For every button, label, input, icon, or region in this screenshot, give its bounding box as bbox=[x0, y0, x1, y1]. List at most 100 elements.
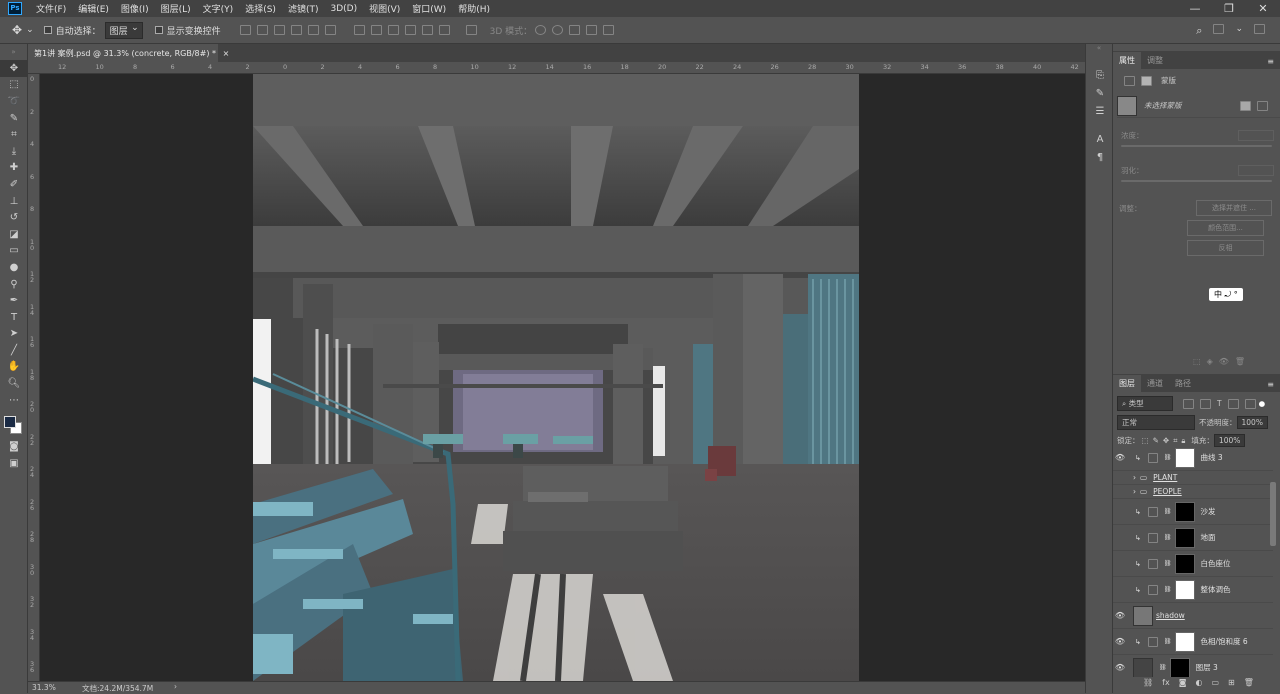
menu-select[interactable]: 选择(S) bbox=[239, 2, 282, 15]
zoom-tool-icon[interactable]: 🔍︎ bbox=[0, 375, 28, 392]
add-vector-mask-icon[interactable] bbox=[1257, 100, 1268, 111]
lasso-tool-icon[interactable]: ➰ bbox=[0, 93, 28, 110]
document-tab[interactable]: 第1讲 案例.psd @ 31.3% (concrete, RGB/8#) * … bbox=[28, 44, 229, 62]
align-top-icon[interactable] bbox=[239, 25, 251, 35]
blend-mode-dropdown[interactable]: 正常 bbox=[1117, 415, 1195, 430]
screen-mode-icon[interactable]: ▣ bbox=[0, 455, 28, 472]
align-right-icon[interactable] bbox=[324, 25, 336, 35]
quick-select-tool-icon[interactable]: ✎ bbox=[0, 110, 28, 127]
eye-icon[interactable]: 👁︎ bbox=[1113, 637, 1127, 646]
density-slider[interactable] bbox=[1121, 145, 1272, 147]
align-left-icon[interactable] bbox=[290, 25, 302, 35]
mask-load-selection-icon[interactable]: ⬚ bbox=[1193, 357, 1201, 366]
distribute-vcenter-icon[interactable] bbox=[370, 25, 382, 35]
history-panel-icon[interactable]: ⎘ bbox=[1086, 66, 1114, 84]
lock-transparent-icon[interactable]: ⬚ bbox=[1142, 436, 1149, 445]
layers-scrollbar[interactable] bbox=[1270, 482, 1276, 546]
close-tab-icon[interactable]: × bbox=[223, 49, 230, 58]
distribute-top-icon[interactable] bbox=[353, 25, 365, 35]
filter-adjust-icon[interactable] bbox=[1200, 398, 1211, 409]
layer-list[interactable]: 👁︎ ↳ ⛓︎ 曲线 3 › ▭ PLANT › ▭ PEOPLE ↳ ⛓︎ 沙发 ↳ ⛓︎ 地面 ↳ ⛓︎ 白色座… bbox=[1113, 445, 1273, 677]
auto-select-checkbox[interactable] bbox=[43, 26, 52, 34]
align-bottom-icon[interactable] bbox=[273, 25, 285, 35]
distribute-bottom-icon[interactable] bbox=[387, 25, 399, 35]
layer-thumbnail[interactable] bbox=[1133, 657, 1153, 677]
layer-row[interactable]: 👁︎ ⛓︎ 图层 3 bbox=[1113, 655, 1273, 677]
auto-select-dropdown[interactable]: 图层 ⌄ bbox=[104, 21, 143, 39]
layer-row[interactable]: ↳ ⛓︎ 整体调色 bbox=[1113, 577, 1273, 603]
color-range-button[interactable]: 颜色范围... bbox=[1187, 220, 1264, 236]
collapse-icon[interactable]: » bbox=[0, 44, 27, 60]
layer-row[interactable]: 👁︎ ↳ ⛓︎ 曲线 3 bbox=[1113, 445, 1273, 471]
canvas-area[interactable] bbox=[40, 74, 1085, 681]
layer-thumbnail[interactable] bbox=[1133, 605, 1153, 626]
workspace-chevron-icon[interactable]: ⌄ bbox=[1235, 24, 1243, 38]
search-icon[interactable]: ⌕ bbox=[1196, 24, 1202, 38]
layer-mask-thumbnail[interactable] bbox=[1174, 447, 1195, 468]
eraser-tool-icon[interactable]: ◪ bbox=[0, 226, 28, 243]
document-canvas[interactable] bbox=[253, 74, 859, 681]
marquee-tool-icon[interactable]: ⬚ bbox=[0, 77, 28, 94]
mask-icon[interactable]: ◙ bbox=[1179, 678, 1187, 687]
chain-icon[interactable]: ⛓︎ bbox=[1164, 534, 1172, 541]
folder-icon[interactable]: ▭ bbox=[1211, 678, 1219, 687]
close-button[interactable]: ✕ bbox=[1246, 0, 1280, 17]
menu-layer[interactable]: 图层(L) bbox=[155, 2, 197, 15]
layer-row[interactable]: 👁︎ shadow bbox=[1113, 603, 1273, 629]
history-brush-tool-icon[interactable]: ↺ bbox=[0, 209, 28, 226]
chain-icon[interactable]: ⛓︎ bbox=[1164, 560, 1172, 567]
mask-apply-icon[interactable]: ◈ bbox=[1207, 357, 1213, 366]
pen-tool-icon[interactable]: ✒ bbox=[0, 292, 28, 309]
hand-tool-icon[interactable]: ✋ bbox=[0, 359, 28, 376]
panel-menu-icon[interactable]: ≡ bbox=[1261, 54, 1280, 69]
eye-icon[interactable]: 👁︎ bbox=[1113, 453, 1127, 462]
3d-pan-icon[interactable] bbox=[569, 25, 581, 35]
move-tool-icon[interactable]: ✥ bbox=[0, 60, 28, 77]
distribute-left-icon[interactable] bbox=[404, 25, 416, 35]
tab-layers[interactable]: 图层 bbox=[1113, 375, 1141, 392]
more-tools-icon[interactable]: ⋯ bbox=[0, 392, 28, 409]
tool-preset-chevron-icon[interactable]: ⌄ bbox=[26, 25, 34, 35]
chain-icon[interactable]: ⛓︎ bbox=[1164, 508, 1172, 515]
layer-mask-thumbnail[interactable] bbox=[1174, 553, 1195, 574]
distribute-hcenter-icon[interactable] bbox=[421, 25, 433, 35]
show-transform-checkbox[interactable] bbox=[154, 26, 163, 34]
foreground-color-swatch[interactable] bbox=[4, 416, 16, 429]
tab-paths[interactable]: 路径 bbox=[1169, 375, 1197, 392]
layer-mask-thumbnail[interactable] bbox=[1169, 657, 1190, 677]
menu-window[interactable]: 窗口(W) bbox=[406, 2, 452, 15]
maximize-button[interactable]: ❐ bbox=[1212, 0, 1246, 17]
menu-3d[interactable]: 3D(D) bbox=[324, 4, 363, 14]
workspace-icon[interactable] bbox=[1213, 24, 1225, 34]
fx-icon[interactable]: fx bbox=[1162, 678, 1170, 687]
layer-row[interactable]: ↳ ⛓︎ 白色座位 bbox=[1113, 551, 1273, 577]
filter-kind-dropdown[interactable]: ⌕ 类型 bbox=[1117, 396, 1173, 411]
density-input[interactable] bbox=[1238, 130, 1274, 141]
3d-slide-icon[interactable] bbox=[586, 25, 598, 35]
quick-mask-icon[interactable]: ◙ bbox=[0, 438, 28, 455]
filter-smart-icon[interactable] bbox=[1244, 398, 1256, 409]
align-hcenter-icon[interactable] bbox=[307, 25, 319, 35]
select-and-mask-button[interactable]: 选择并遮住 ... bbox=[1196, 200, 1272, 216]
character-panel-icon[interactable]: A bbox=[1086, 130, 1114, 148]
paragraph-panel-icon[interactable]: ¶ bbox=[1086, 148, 1114, 166]
blur-tool-icon[interactable]: ● bbox=[0, 259, 28, 276]
tab-channels[interactable]: 通道 bbox=[1141, 375, 1169, 392]
align-vcenter-icon[interactable] bbox=[256, 25, 268, 35]
layer-mask-thumbnail[interactable] bbox=[1174, 631, 1195, 652]
filter-toggle-icon[interactable]: ● bbox=[1259, 399, 1266, 408]
mask-delete-icon[interactable]: 🗑︎ bbox=[1235, 357, 1245, 366]
vector-mask-icon[interactable] bbox=[1141, 75, 1152, 86]
feather-slider[interactable] bbox=[1121, 180, 1272, 182]
adjust-panel-icon[interactable]: ☰ bbox=[1086, 102, 1114, 120]
layer-mask-thumbnail[interactable] bbox=[1174, 579, 1195, 600]
layer-mask-thumbnail[interactable] bbox=[1174, 527, 1195, 548]
3d-scale-icon[interactable] bbox=[603, 25, 615, 35]
status-menu-icon[interactable]: › bbox=[174, 682, 177, 691]
tab-properties[interactable]: 属性 bbox=[1113, 52, 1141, 69]
menu-filter[interactable]: 滤镜(T) bbox=[282, 2, 325, 15]
chain-icon[interactable]: ⛓︎ bbox=[1164, 454, 1172, 461]
layer-row[interactable]: ↳ ⛓︎ 地面 bbox=[1113, 525, 1273, 551]
eye-icon[interactable]: 👁︎ bbox=[1113, 663, 1127, 672]
layer-row[interactable]: › ▭ PEOPLE bbox=[1113, 485, 1273, 499]
